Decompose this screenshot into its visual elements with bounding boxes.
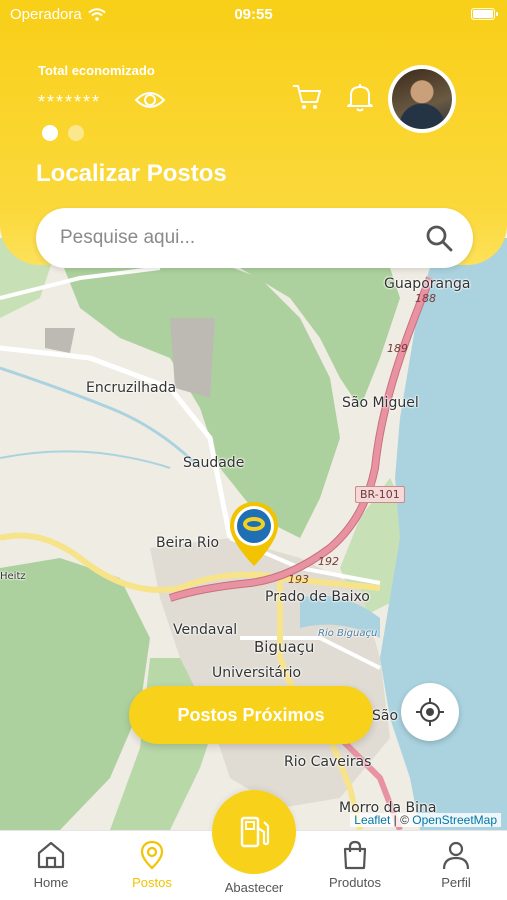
status-bar: Operadora 09:55 <box>0 6 507 26</box>
avatar-photo <box>392 69 452 129</box>
road-shield: BR-101 <box>355 486 405 503</box>
nav-label-postos: Postos <box>132 875 172 890</box>
search-icon[interactable] <box>425 224 453 252</box>
road-number: 188 <box>415 292 436 305</box>
map-label: Prado de Baixo <box>265 589 370 605</box>
map-label: Biguaçu <box>254 638 315 656</box>
road-number: 192 <box>318 555 339 568</box>
refuel-button[interactable] <box>212 790 296 874</box>
road-number: 189 <box>387 342 408 355</box>
map-label: Heitz <box>0 571 26 582</box>
nearby-stations-button[interactable]: Postos Próximos <box>129 686 373 744</box>
map-label: Guaporanga <box>384 276 471 292</box>
carousel-indicator <box>42 125 84 141</box>
map-label: Encruzilhada <box>86 380 177 396</box>
carousel-dot[interactable] <box>68 125 84 141</box>
cart-button[interactable] <box>290 80 324 114</box>
nav-label-perfil: Perfil <box>441 875 471 890</box>
home-icon <box>37 841 65 869</box>
total-saved-value: ******* <box>38 92 102 112</box>
avatar[interactable] <box>388 65 456 133</box>
map-label: Rio Biguaçu <box>318 628 378 639</box>
marker-pin-icon <box>230 502 278 566</box>
nav-item-produtos[interactable]: Produtos <box>315 839 395 890</box>
map-label: Universitário <box>212 665 302 681</box>
leaflet-link[interactable]: Leaflet <box>354 813 390 827</box>
search-bar[interactable] <box>36 208 473 268</box>
search-input[interactable] <box>60 227 400 249</box>
nav-label-abastecer: Abastecer <box>224 880 284 895</box>
nav-label-produtos: Produtos <box>328 875 382 890</box>
clock: 09:55 <box>234 6 273 23</box>
nav-item-perfil[interactable]: Perfil <box>416 839 496 890</box>
location-pin-icon <box>140 840 164 870</box>
nav-item-home[interactable]: Home <box>11 839 91 890</box>
crosshair-icon <box>416 698 444 726</box>
locate-me-button[interactable] <box>401 683 459 741</box>
road-number: 193 <box>288 573 309 586</box>
attribution-separator: | © <box>390 813 413 827</box>
map-label: Beira Rio <box>156 535 220 551</box>
map-label: Saudade <box>183 455 245 471</box>
eye-icon <box>134 92 166 108</box>
total-saved-label: Total economizado <box>38 63 155 78</box>
toggle-visibility-button[interactable] <box>134 86 166 114</box>
user-icon <box>442 841 470 870</box>
battery-icon <box>471 8 498 20</box>
fuel-pump-icon <box>240 816 270 848</box>
cart-icon <box>293 85 321 109</box>
bell-icon <box>347 84 373 112</box>
carousel-dot-active[interactable] <box>42 125 58 141</box>
osm-link[interactable]: OpenStreetMap <box>412 813 497 827</box>
notifications-button[interactable] <box>343 80 377 114</box>
map-label: Rio Caveiras <box>284 754 372 770</box>
nav-item-postos[interactable]: Postos <box>112 839 192 890</box>
shopping-bag-icon <box>343 840 367 870</box>
map-label: São Miguel <box>342 395 419 411</box>
gas-station-marker[interactable] <box>226 500 282 568</box>
map-attribution: Leaflet | © OpenStreetMap <box>350 813 501 827</box>
page-title: Localizar Postos <box>36 160 227 187</box>
nav-label-home: Home <box>33 875 69 890</box>
map-label: Vendaval <box>173 622 238 638</box>
